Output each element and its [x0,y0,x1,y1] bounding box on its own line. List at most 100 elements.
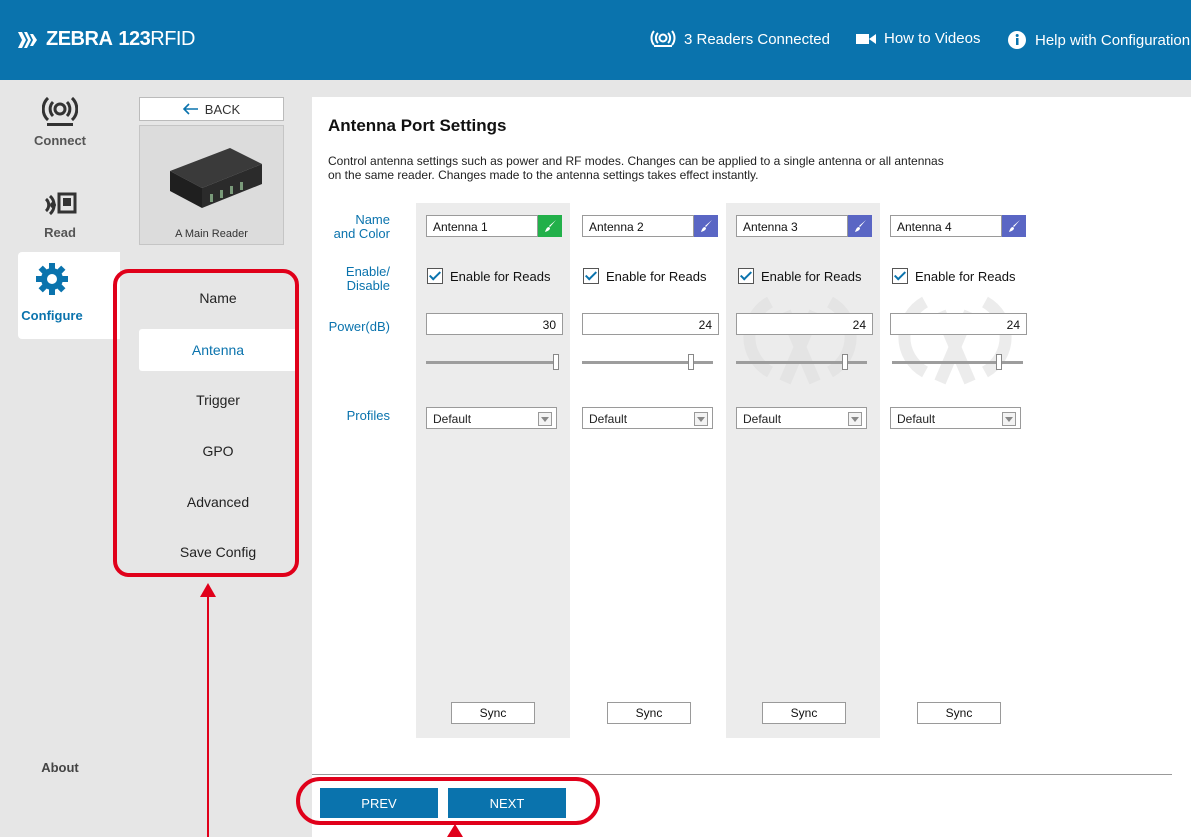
annotation-arrowhead-nav-icon [447,824,463,837]
antenna-4-power-input[interactable]: 24 [890,313,1027,335]
checkbox-checked-icon [583,268,599,284]
antenna-1-color-picker[interactable] [538,215,562,237]
row-label-name-color: Name and Color [320,213,390,241]
antenna-4-profile-select[interactable]: Default [890,407,1021,429]
slider-track [426,361,557,364]
paint-brush-icon [545,220,556,232]
help-configuration-label: Help with Configuration [1035,31,1191,49]
antenna-3-enable-checkbox[interactable]: Enable for Reads [738,268,861,284]
antenna-3-name-input[interactable]: Antenna 3 [736,215,848,237]
highlight-subnav-annotation [113,269,299,577]
antenna-3-power-slider[interactable] [736,354,867,370]
rail-configure-label: Configure [21,308,83,323]
read-icon [44,192,77,216]
antenna-3-profile-select[interactable]: Default [736,407,867,429]
paint-brush-icon [855,220,866,232]
arrow-left-icon [182,103,198,115]
checkbox-checked-icon [427,268,443,284]
antenna-2-profile-select[interactable]: Default [582,407,713,429]
row-label-profiles: Profiles [346,408,390,423]
antenna-4-profile-value: Default [897,412,936,426]
checkbox-checked-icon [892,268,908,284]
reader-card[interactable] [139,125,284,245]
antenna-2-enable-checkbox[interactable]: Enable for Reads [583,268,706,284]
rail-configure[interactable]: Configure [18,252,120,339]
watermark-reader-icon [743,296,857,385]
antenna-1-profile-value: Default [433,412,472,426]
antenna-1-enable-checkbox[interactable]: Enable for Reads [427,268,550,284]
antenna-2-enable-label: Enable for Reads [606,268,707,284]
reader-name: A Main Reader [175,228,248,240]
antenna-4-sync-button[interactable]: Sync [917,702,1001,724]
page-title: Antenna Port Settings [328,116,507,135]
dropdown-arrow-icon [694,412,708,426]
readers-connected-label: 3 Readers Connected [684,30,830,48]
help-info-icon [1008,31,1026,49]
antenna-1-name-input[interactable]: Antenna 1 [426,215,538,237]
zebra-head-icon [18,31,37,48]
rail-about[interactable]: About [0,760,120,775]
antenna-4-name-input[interactable]: Antenna 4 [890,215,1002,237]
brand-suffix: RFID [150,28,195,50]
brand-number: 123 [118,28,151,50]
row-label-and-color: and Color [333,226,390,241]
antenna-2-profile-value: Default [589,412,628,426]
checkbox-checked-icon [738,268,754,284]
paint-brush-icon [701,220,712,232]
row-label-enable: Enable/ Disable [320,265,390,293]
dropdown-arrow-icon [848,412,862,426]
brand-name: ZEBRA [46,28,113,50]
divider [312,774,1172,775]
antenna-2-name-input[interactable]: Antenna 2 [582,215,694,237]
antenna-1-power-input[interactable]: 30 [426,313,563,335]
slider-thumb[interactable] [688,354,694,370]
highlight-nav-annotation [296,777,600,825]
row-label-disable: Disable [346,278,390,293]
back-label: BACK [204,101,241,117]
antenna-1-sync-button[interactable]: Sync [451,702,535,724]
reader-signal-icon [650,30,676,47]
how-to-videos-link[interactable]: How to Videos [856,30,980,47]
configure-icon-wrap [18,262,86,301]
watermark-reader-icon-2 [898,296,1012,385]
paint-brush-icon [1009,220,1020,232]
row-label-power: Power(dB) [328,319,390,334]
rail-connect[interactable]: Connect [10,96,110,148]
antenna-4-enable-checkbox[interactable]: Enable for Reads [892,268,1015,284]
connect-icon [41,96,79,126]
annotation-arrow-line-1 [207,592,209,837]
slider-track [892,361,1023,364]
antenna-2-power-slider[interactable] [582,354,713,370]
slider-thumb[interactable] [842,354,848,370]
slider-thumb[interactable] [996,354,1002,370]
rfid-reader-device-image [170,148,262,208]
row-label-enable-1: Enable/ [345,264,390,279]
back-button[interactable]: BACK [139,97,284,121]
rail-read[interactable]: Read [10,190,110,240]
antenna-3-profile-value: Default [743,412,782,426]
antenna-1-profile-select[interactable]: Default [426,407,557,429]
antenna-2-sync-button[interactable]: Sync [607,702,691,724]
gear-icon [36,263,68,295]
rail-connect-label: Connect [34,133,86,148]
row-label-name: Name [355,212,390,227]
antenna-2-power-input[interactable]: 24 [582,313,719,335]
annotation-arrowhead-up-icon [200,583,216,597]
antenna-3-power-input[interactable]: 24 [736,313,873,335]
page-description: Control antenna settings such as power a… [328,154,944,182]
dropdown-arrow-icon [1002,412,1016,426]
antenna-2-color-picker[interactable] [694,215,718,237]
antenna-3-enable-label: Enable for Reads [761,268,862,284]
antenna-1-enable-label: Enable for Reads [450,268,551,284]
readers-connected-status[interactable]: 3 Readers Connected [650,30,830,48]
antenna-3-sync-button[interactable]: Sync [762,702,846,724]
slider-thumb[interactable] [553,354,559,370]
antenna-4-power-slider[interactable] [892,354,1023,370]
antenna-3-color-picker[interactable] [848,215,872,237]
antenna-4-enable-label: Enable for Reads [915,268,1016,284]
help-configuration-link[interactable]: Help with Configuration [1007,30,1190,50]
antenna-4-color-picker[interactable] [1002,215,1026,237]
antenna-1-power-slider[interactable] [426,354,559,370]
dropdown-arrow-icon [538,412,552,426]
how-to-videos-label: How to Videos [884,30,981,47]
